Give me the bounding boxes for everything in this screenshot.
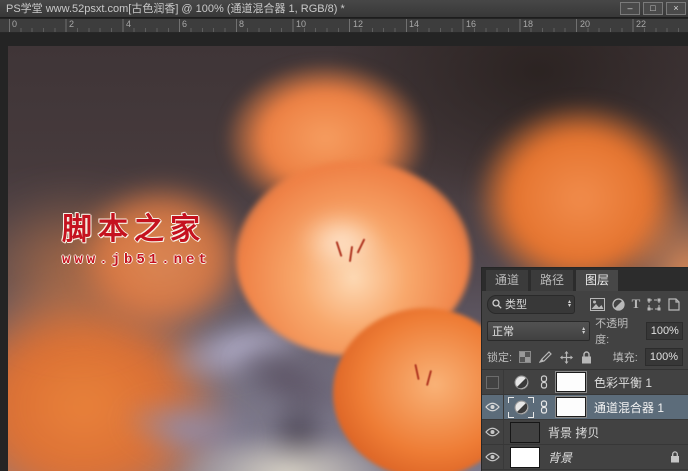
window-titlebar: PS学堂 www.52psxt.com[古色润香] @ 100% (通道混合器 … xyxy=(0,0,688,18)
tab-layers[interactable]: 图层 xyxy=(576,270,618,291)
eye-hidden-box xyxy=(486,376,499,389)
filter-type-dropdown[interactable]: 类型 ▴▾ xyxy=(487,295,575,314)
ruler-label: 18 xyxy=(523,19,533,29)
layer-image-thumbnail[interactable] xyxy=(510,447,540,468)
ruler-label: 22 xyxy=(636,19,646,29)
eye-icon xyxy=(485,427,500,437)
chevron-updown-icon: ▴▾ xyxy=(568,300,571,308)
tab-paths[interactable]: 路径 xyxy=(531,270,573,291)
adjustment-thumbnail[interactable] xyxy=(508,372,534,393)
ruler-label: 2 xyxy=(69,19,74,29)
filter-type-label: 类型 xyxy=(505,296,565,312)
visibility-toggle[interactable] xyxy=(482,420,504,444)
lock-pixels-brush-icon[interactable] xyxy=(539,351,552,363)
visibility-toggle[interactable] xyxy=(482,395,504,419)
filter-shape-layers-icon[interactable] xyxy=(647,298,661,311)
opacity-label: 不透明度: xyxy=(595,315,641,347)
watermark: 脚本之家 www.jb51.net xyxy=(62,204,211,268)
filter-icons: T xyxy=(581,296,683,312)
eye-icon xyxy=(485,402,500,412)
ruler-label: 8 xyxy=(239,19,244,29)
search-icon xyxy=(492,299,502,309)
filter-type-layers-icon[interactable]: T xyxy=(632,296,641,312)
filter-adjustment-layers-icon[interactable] xyxy=(612,298,625,311)
layer-lock-icon xyxy=(670,451,680,463)
mask-link-icon[interactable] xyxy=(540,375,548,389)
horizontal-ruler: 0 2 4 6 8 10 12 14 16 18 20 22 xyxy=(0,19,688,33)
lock-all-icon[interactable] xyxy=(581,351,592,364)
ruler-label: 12 xyxy=(353,19,363,29)
watermark-title: 脚本之家 xyxy=(62,204,211,248)
blend-mode-dropdown[interactable]: 正常 ▴▾ xyxy=(487,321,590,341)
blend-mode-row: 正常 ▴▾ 不透明度: 100% xyxy=(482,317,688,345)
ruler-label: 4 xyxy=(126,19,131,29)
layer-name[interactable]: 通道混合器 1 xyxy=(594,399,664,416)
layer-name[interactable]: 背景 xyxy=(548,449,572,466)
maximize-button[interactable]: □ xyxy=(643,2,663,15)
window-title: PS学堂 www.52psxt.com[古色润香] @ 100% (通道混合器 … xyxy=(6,3,345,15)
layer-list: 色彩平衡 1 通道混合器 1 xyxy=(482,369,688,470)
layer-row-color-balance[interactable]: 色彩平衡 1 xyxy=(482,370,688,395)
ruler-label: 0 xyxy=(12,19,17,29)
ruler-label: 10 xyxy=(296,19,306,29)
layer-mask-thumbnail[interactable] xyxy=(556,372,586,392)
layer-row-background-copy[interactable]: 背景 拷贝 xyxy=(482,420,688,445)
layer-row-channel-mixer[interactable]: 通道混合器 1 xyxy=(482,395,688,420)
layer-mask-thumbnail[interactable] xyxy=(556,397,586,417)
mask-link-icon[interactable] xyxy=(540,400,548,414)
adjustment-circle-icon xyxy=(514,375,529,390)
layer-name[interactable]: 色彩平衡 1 xyxy=(594,374,652,391)
lock-transparency-icon[interactable] xyxy=(519,351,531,363)
lock-row: 锁定: 填充: 100% xyxy=(482,345,688,369)
layers-panel: 通道 路径 图层 类型 ▴▾ T xyxy=(481,267,688,471)
filter-smart-object-icon[interactable] xyxy=(668,298,680,311)
flower-highlight xyxy=(298,211,383,271)
fill-label: 填充: xyxy=(613,349,638,365)
blend-mode-value: 正常 xyxy=(492,323,582,339)
layer-filter-row: 类型 ▴▾ T xyxy=(482,291,688,317)
adjustment-thumbnail[interactable] xyxy=(508,397,534,418)
ruler-label: 16 xyxy=(466,19,476,29)
watermark-url: www.jb51.net xyxy=(62,252,211,268)
ruler-label: 20 xyxy=(580,19,590,29)
layer-row-background[interactable]: 背景 xyxy=(482,445,688,470)
ruler-label: 6 xyxy=(182,19,187,29)
tab-channels[interactable]: 通道 xyxy=(486,270,528,291)
adjustment-circle-icon xyxy=(514,400,529,415)
window-controls: – □ × xyxy=(620,2,686,15)
fill-value[interactable]: 100% xyxy=(645,348,683,366)
filter-pixel-layers-icon[interactable] xyxy=(590,298,605,311)
ruler-label: 14 xyxy=(409,19,419,29)
lock-icons xyxy=(519,351,592,364)
lock-position-icon[interactable] xyxy=(560,351,573,364)
minimize-button[interactable]: – xyxy=(620,2,640,15)
layer-image-thumbnail[interactable] xyxy=(510,422,540,443)
eye-icon xyxy=(485,452,500,462)
visibility-toggle[interactable] xyxy=(482,445,504,469)
layer-name[interactable]: 背景 拷贝 xyxy=(548,424,599,441)
chevron-updown-icon: ▴▾ xyxy=(582,327,585,335)
visibility-toggle[interactable] xyxy=(482,370,504,394)
panel-tab-bar: 通道 路径 图层 xyxy=(482,268,688,291)
lock-label: 锁定: xyxy=(487,349,512,365)
opacity-value[interactable]: 100% xyxy=(646,322,683,340)
close-button[interactable]: × xyxy=(666,2,686,15)
